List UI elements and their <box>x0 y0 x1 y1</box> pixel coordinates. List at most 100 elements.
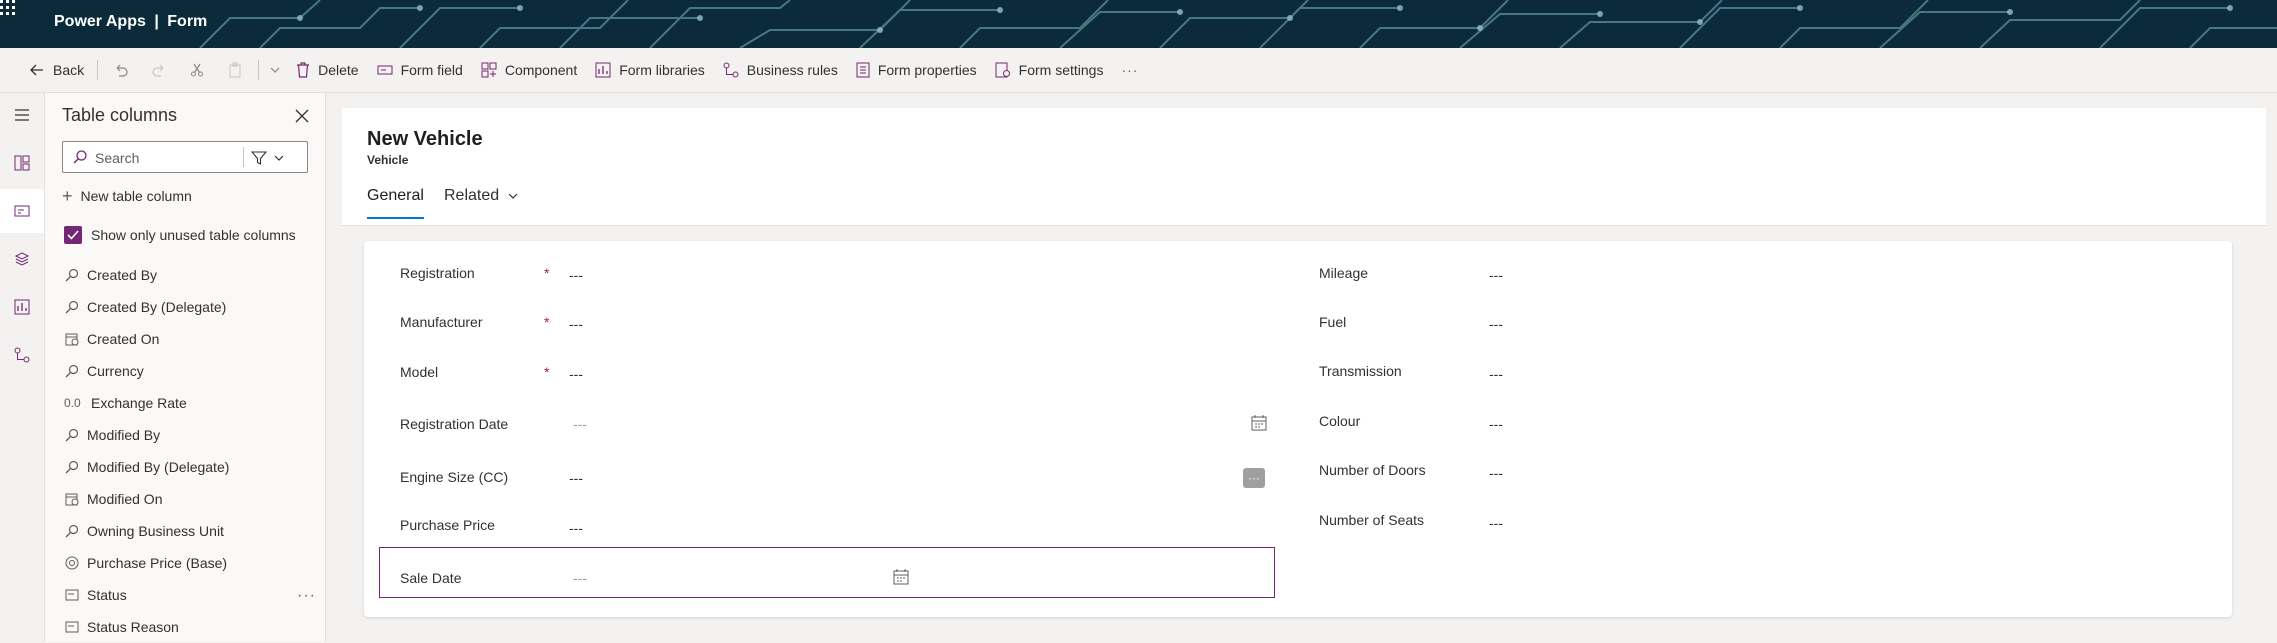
table-column-item[interactable]: 0.0 Exchange Rate <box>45 387 325 419</box>
field-value-transmission[interactable]: --- <box>1489 366 1503 382</box>
table-column-label: Owning Business Unit <box>87 523 224 539</box>
app-launcher-icon[interactable] <box>0 0 42 48</box>
show-unused-toggle[interactable]: Show only unused table columns <box>64 226 296 244</box>
delete-button[interactable]: Delete <box>287 48 367 92</box>
table-column-item[interactable]: Created On <box>45 323 325 355</box>
date-time-icon <box>64 331 80 347</box>
components-icon <box>14 155 30 171</box>
rail-components-button[interactable] <box>0 141 44 185</box>
field-value-registration[interactable]: --- <box>569 267 583 283</box>
close-pane-button[interactable] <box>293 107 311 125</box>
divider <box>97 60 99 80</box>
table-column-item[interactable]: Purchase Price (Base) <box>45 547 325 579</box>
undo-button[interactable] <box>102 48 140 92</box>
more-clipboard-button[interactable] <box>263 48 287 92</box>
show-unused-checkbox[interactable] <box>64 226 82 244</box>
field-value-number-of-doors[interactable]: --- <box>1489 465 1503 481</box>
table-column-item[interactable]: Modified By (Delegate) <box>45 451 325 483</box>
back-button[interactable]: Back <box>20 48 93 92</box>
business-rules-label: Business rules <box>746 62 838 78</box>
more-commands-button[interactable]: ··· <box>1112 48 1147 92</box>
chevron-down-icon <box>274 155 284 161</box>
rail-form-libraries-button[interactable] <box>0 285 44 329</box>
field-value-model[interactable]: --- <box>569 366 583 382</box>
table-column-item[interactable]: Status ··· <box>45 579 325 611</box>
form-settings-button[interactable]: Form settings <box>986 48 1113 92</box>
column-search-box <box>62 141 308 173</box>
table-column-label: Currency <box>87 363 144 379</box>
pane-title: Table columns <box>62 105 178 125</box>
form-header <box>342 108 2266 225</box>
new-table-column-button[interactable]: + New table column <box>62 187 192 205</box>
table-column-item[interactable]: Status Reason <box>45 611 325 643</box>
new-table-column-label: New table column <box>80 188 192 204</box>
table-column-label: Status <box>87 587 127 603</box>
table-column-list: Created By Created By (Delegate) Created O… <box>45 259 325 643</box>
field-value-purchase-price[interactable]: --- <box>569 520 583 536</box>
lookup-icon <box>64 459 80 475</box>
delete-label: Delete <box>318 62 359 78</box>
table-columns-icon <box>14 205 30 217</box>
lookup-icon <box>64 299 80 315</box>
form-field-button[interactable]: Form field <box>368 48 472 92</box>
table-column-item[interactable]: Currency <box>45 355 325 387</box>
table-column-label: Modified By <box>87 427 161 443</box>
form-settings-label: Form settings <box>1018 62 1104 78</box>
field-value-fuel[interactable]: --- <box>1489 316 1503 332</box>
table-column-item[interactable]: Modified On <box>45 483 325 515</box>
tab-general[interactable]: General <box>367 187 424 205</box>
field-value-colour[interactable]: --- <box>1489 416 1503 432</box>
more-icon[interactable]: ··· <box>297 587 316 605</box>
more-icon: ··· <box>1121 62 1139 78</box>
rail-table-columns-button[interactable] <box>0 189 44 233</box>
field-value-mileage[interactable]: --- <box>1489 267 1503 283</box>
field-value-engine-size[interactable]: --- <box>569 470 583 486</box>
decimal-icon: 0.0 <box>64 396 81 410</box>
chevron-down-icon <box>270 67 280 73</box>
business-rules-icon <box>14 347 30 363</box>
table-column-item[interactable]: Created By (Delegate) <box>45 291 325 323</box>
hamburger-icon <box>15 109 29 121</box>
app-title: Power Apps | Form <box>54 13 207 31</box>
back-arrow-icon <box>30 64 43 76</box>
table-column-item[interactable]: Modified By <box>45 419 325 451</box>
search-input[interactable] <box>93 146 217 170</box>
table-column-item[interactable]: Owning Business Unit <box>45 515 325 547</box>
business-rules-button[interactable]: Business rules <box>714 48 847 92</box>
paste-button[interactable] <box>216 48 254 92</box>
app-name: Power Apps <box>54 13 146 30</box>
form-properties-icon <box>856 62 870 78</box>
cut-button[interactable] <box>178 48 216 92</box>
form-properties-button[interactable]: Form properties <box>847 48 986 92</box>
component-button[interactable]: Component <box>472 48 586 92</box>
rail-collapse-button[interactable] <box>0 93 44 137</box>
circuit-banner-image <box>0 0 2277 48</box>
more-options-icon[interactable]: ··· <box>1243 468 1265 488</box>
component-label: Component <box>504 62 578 78</box>
back-label: Back <box>53 62 85 78</box>
tab-related[interactable]: Related <box>444 187 519 205</box>
form-libraries-label: Form libraries <box>619 62 705 78</box>
field-value-sale-date[interactable]: --- <box>573 570 587 586</box>
rail-business-rules-button[interactable] <box>0 333 44 377</box>
field-value-manufacturer[interactable]: --- <box>569 316 583 332</box>
calendar-icon[interactable] <box>1251 415 1267 431</box>
calendar-icon[interactable] <box>893 569 909 585</box>
field-value-number-of-seats[interactable]: --- <box>1489 515 1503 531</box>
table-column-item[interactable]: Created By <box>45 259 325 291</box>
paste-icon <box>229 62 241 78</box>
required-indicator: * <box>544 314 550 330</box>
chevron-down-icon <box>508 193 518 199</box>
redo-icon <box>152 64 164 77</box>
divider <box>258 60 260 80</box>
form-libraries-button[interactable]: Form libraries <box>586 48 714 92</box>
selected-field-frame[interactable] <box>379 547 1275 598</box>
redo-button[interactable] <box>140 48 178 92</box>
component-icon <box>481 62 497 78</box>
filter-button[interactable] <box>251 148 303 168</box>
checkmark-icon <box>67 230 79 240</box>
field-label-sale-date: Sale Date <box>400 570 462 586</box>
rail-tree-view-button[interactable] <box>0 237 44 281</box>
field-value-registration-date[interactable]: --- <box>573 416 587 432</box>
field-label-number-of-seats: Number of Seats <box>1319 512 1425 528</box>
